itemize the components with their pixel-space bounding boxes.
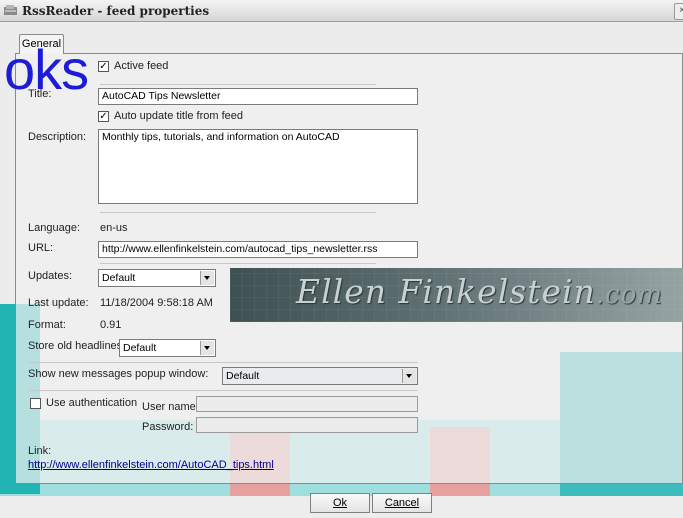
popup-value: Default xyxy=(226,370,260,382)
close-icon: × xyxy=(679,5,683,16)
watermark-text: oks xyxy=(4,38,89,101)
close-button[interactable]: × xyxy=(674,3,683,20)
username-input[interactable] xyxy=(196,396,418,412)
updates-value: Default xyxy=(102,272,136,284)
app-icon xyxy=(4,5,18,16)
use-authentication-checkbox[interactable] xyxy=(30,398,41,409)
link-label: Link: xyxy=(28,445,52,457)
format-label: Format: xyxy=(28,319,66,331)
username-label: User name: xyxy=(142,401,199,413)
url-label: URL: xyxy=(28,242,54,254)
auto-update-checkbox[interactable]: ✓ xyxy=(98,111,109,122)
title-input[interactable]: AutoCAD Tips Newsletter xyxy=(98,88,418,105)
divider xyxy=(28,362,418,363)
banner-name: Ellen Finkelstein xyxy=(296,272,596,311)
popup-select[interactable]: Default xyxy=(222,367,418,385)
ellen-finkelstein-banner: Ellen Finkelstein.com xyxy=(230,268,683,322)
active-feed-checkbox[interactable]: ✓ xyxy=(98,61,109,72)
password-label: Password: xyxy=(142,421,194,433)
password-input[interactable] xyxy=(196,417,418,433)
title-bar: RssReader - feed properties × xyxy=(0,0,683,22)
use-authentication-label: Use authentication xyxy=(46,397,138,409)
format-value: 0.91 xyxy=(100,319,122,331)
store-old-select[interactable]: Default xyxy=(119,339,216,357)
auto-update-label: Auto update title from feed xyxy=(114,110,244,122)
banner-text: Ellen Finkelstein.com xyxy=(296,272,663,311)
description-textarea[interactable]: Monthly tips, tutorials, and information… xyxy=(98,129,418,204)
language-label: Language: xyxy=(28,222,80,234)
divider xyxy=(100,84,376,85)
last-update-value: 11/18/2004 9:58:18 AM xyxy=(100,297,213,309)
store-old-label: Store old headlines: xyxy=(28,340,126,352)
popup-label: Show new messages popup window: xyxy=(28,368,209,380)
chevron-down-icon xyxy=(200,341,214,355)
language-value: en-us xyxy=(100,222,128,234)
banner-suffix: .com xyxy=(595,280,663,310)
updates-label: Updates: xyxy=(28,270,73,282)
updates-select[interactable]: Default xyxy=(98,269,216,287)
last-update-label: Last update: xyxy=(28,297,89,309)
url-input[interactable]: http://www.ellenfinkelstein.com/autocad_… xyxy=(98,241,418,258)
cancel-button[interactable]: Cancel xyxy=(372,493,432,513)
chevron-down-icon xyxy=(200,271,214,285)
chevron-down-icon xyxy=(402,369,416,383)
feed-link[interactable]: http://www.ellenfinkelstein.com/AutoCAD_… xyxy=(28,459,274,471)
window-title: RssReader - feed properties xyxy=(22,4,210,18)
cancel-label: Cancel xyxy=(384,497,420,509)
ok-button[interactable]: Ok xyxy=(310,493,370,513)
store-old-value: Default xyxy=(123,342,157,354)
divider xyxy=(100,212,376,213)
active-feed-label: Active feed xyxy=(114,60,169,72)
divider xyxy=(100,263,376,264)
description-label: Description: xyxy=(28,131,87,143)
divider xyxy=(28,390,418,391)
ok-label: Ok xyxy=(332,497,348,509)
